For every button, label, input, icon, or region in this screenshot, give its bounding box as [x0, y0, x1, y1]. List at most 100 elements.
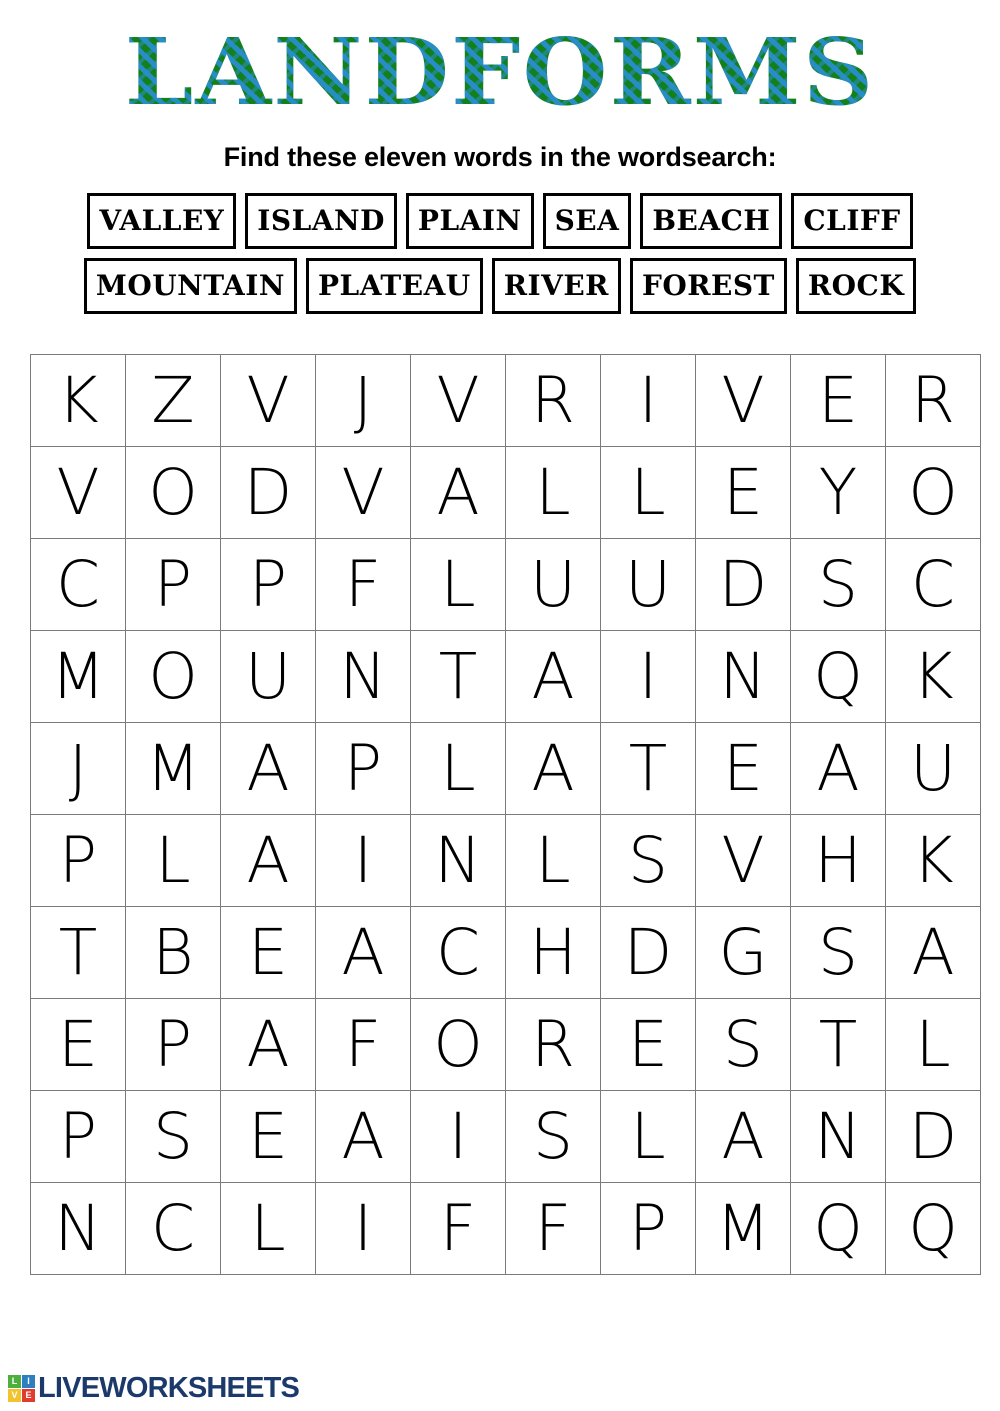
wordsearch-cell[interactable]: A [505, 630, 601, 723]
wordsearch-cell[interactable]: N [410, 814, 506, 907]
wordsearch-cell[interactable]: T [30, 906, 126, 999]
wordsearch-cell[interactable]: K [885, 814, 981, 907]
wordsearch-cell[interactable]: L [410, 538, 506, 631]
wordsearch-cell[interactable]: U [600, 538, 696, 631]
wordsearch-cell[interactable]: F [315, 538, 411, 631]
wordsearch-cell[interactable]: B [125, 906, 221, 999]
wordsearch-cell[interactable]: Z [125, 354, 221, 447]
wordsearch-cell[interactable]: U [505, 538, 601, 631]
word-box-mountain[interactable]: MOUNTAIN [83, 258, 297, 314]
wordsearch-cell[interactable]: S [125, 1090, 221, 1183]
wordsearch-cell[interactable]: E [600, 998, 696, 1091]
wordsearch-cell[interactable]: O [885, 446, 981, 539]
wordsearch-cell[interactable]: J [315, 354, 411, 447]
wordsearch-cell[interactable]: V [695, 354, 791, 447]
wordsearch-cell[interactable]: H [505, 906, 601, 999]
wordsearch-cell[interactable]: F [505, 1182, 601, 1275]
wordsearch-cell[interactable]: N [315, 630, 411, 723]
word-box-island[interactable]: ISLAND [245, 193, 397, 249]
wordsearch-cell[interactable]: C [30, 538, 126, 631]
wordsearch-cell[interactable]: A [220, 814, 316, 907]
wordsearch-cell[interactable]: I [600, 630, 696, 723]
wordsearch-cell[interactable]: Y [790, 446, 886, 539]
wordsearch-cell[interactable]: I [600, 354, 696, 447]
wordsearch-cell[interactable]: L [220, 1182, 316, 1275]
word-box-river[interactable]: RIVER [491, 258, 621, 314]
wordsearch-cell[interactable]: K [30, 354, 126, 447]
wordsearch-cell[interactable]: O [410, 998, 506, 1091]
wordsearch-cell[interactable]: U [885, 722, 981, 815]
wordsearch-cell[interactable]: F [410, 1182, 506, 1275]
wordsearch-cell[interactable]: L [885, 998, 981, 1091]
wordsearch-cell[interactable]: V [220, 354, 316, 447]
wordsearch-cell[interactable]: V [315, 446, 411, 539]
wordsearch-cell[interactable]: O [125, 446, 221, 539]
word-box-plain[interactable]: PLAIN [405, 193, 534, 249]
wordsearch-cell[interactable]: D [600, 906, 696, 999]
wordsearch-cell[interactable]: V [410, 354, 506, 447]
wordsearch-cell[interactable]: C [885, 538, 981, 631]
wordsearch-cell[interactable]: P [30, 814, 126, 907]
wordsearch-cell[interactable]: F [315, 998, 411, 1091]
wordsearch-cell[interactable]: V [30, 446, 126, 539]
wordsearch-cell[interactable]: Q [885, 1182, 981, 1275]
wordsearch-cell[interactable]: C [125, 1182, 221, 1275]
wordsearch-cell[interactable]: A [220, 722, 316, 815]
wordsearch-cell[interactable]: A [790, 722, 886, 815]
word-box-cliff[interactable]: CLIFF [791, 193, 913, 249]
wordsearch-cell[interactable]: R [885, 354, 981, 447]
word-box-sea[interactable]: SEA [542, 193, 632, 249]
word-box-plateau[interactable]: PLATEAU [305, 258, 483, 314]
wordsearch-cell[interactable]: R [505, 998, 601, 1091]
wordsearch-cell[interactable]: I [315, 814, 411, 907]
wordsearch-cell[interactable]: P [600, 1182, 696, 1275]
wordsearch-cell[interactable]: P [315, 722, 411, 815]
wordsearch-cell[interactable]: E [790, 354, 886, 447]
wordsearch-cell[interactable]: S [695, 998, 791, 1091]
wordsearch-cell[interactable]: Q [790, 1182, 886, 1275]
wordsearch-cell[interactable]: E [220, 906, 316, 999]
word-box-forest[interactable]: FOREST [629, 258, 787, 314]
wordsearch-cell[interactable]: D [220, 446, 316, 539]
word-box-rock[interactable]: ROCK [795, 258, 917, 314]
wordsearch-cell[interactable]: T [410, 630, 506, 723]
wordsearch-cell[interactable]: N [790, 1090, 886, 1183]
wordsearch-cell[interactable]: A [410, 446, 506, 539]
wordsearch-cell[interactable]: M [30, 630, 126, 723]
wordsearch-cell[interactable]: E [220, 1090, 316, 1183]
wordsearch-cell[interactable]: P [220, 538, 316, 631]
wordsearch-cell[interactable]: Q [790, 630, 886, 723]
wordsearch-cell[interactable]: E [695, 722, 791, 815]
wordsearch-cell[interactable]: M [695, 1182, 791, 1275]
wordsearch-cell[interactable]: L [600, 1090, 696, 1183]
wordsearch-cell[interactable]: E [30, 998, 126, 1091]
wordsearch-cell[interactable]: A [315, 1090, 411, 1183]
wordsearch-cell[interactable]: V [695, 814, 791, 907]
wordsearch-cell[interactable]: A [505, 722, 601, 815]
wordsearch-cell[interactable]: A [885, 906, 981, 999]
word-box-beach[interactable]: BEACH [640, 193, 783, 249]
wordsearch-cell[interactable]: T [600, 722, 696, 815]
wordsearch-cell[interactable]: P [30, 1090, 126, 1183]
wordsearch-cell[interactable]: U [220, 630, 316, 723]
wordsearch-cell[interactable]: A [220, 998, 316, 1091]
wordsearch-cell[interactable]: G [695, 906, 791, 999]
wordsearch-cell[interactable]: K [885, 630, 981, 723]
wordsearch-cell[interactable]: P [125, 538, 221, 631]
word-box-valley[interactable]: VALLEY [87, 193, 237, 249]
wordsearch-cell[interactable]: L [505, 814, 601, 907]
wordsearch-cell[interactable]: I [410, 1090, 506, 1183]
wordsearch-grid[interactable]: KZVJVRIVERVODVALLEYOCPPFLUUDSCMOUNTAINQK… [30, 354, 981, 1275]
wordsearch-cell[interactable]: E [695, 446, 791, 539]
wordsearch-cell[interactable]: S [505, 1090, 601, 1183]
wordsearch-cell[interactable]: I [315, 1182, 411, 1275]
wordsearch-cell[interactable]: C [410, 906, 506, 999]
wordsearch-cell[interactable]: J [30, 722, 126, 815]
wordsearch-cell[interactable]: H [790, 814, 886, 907]
wordsearch-cell[interactable]: N [30, 1182, 126, 1275]
wordsearch-cell[interactable]: S [600, 814, 696, 907]
wordsearch-cell[interactable]: L [125, 814, 221, 907]
wordsearch-cell[interactable]: D [885, 1090, 981, 1183]
wordsearch-cell[interactable]: P [125, 998, 221, 1091]
wordsearch-cell[interactable]: D [695, 538, 791, 631]
